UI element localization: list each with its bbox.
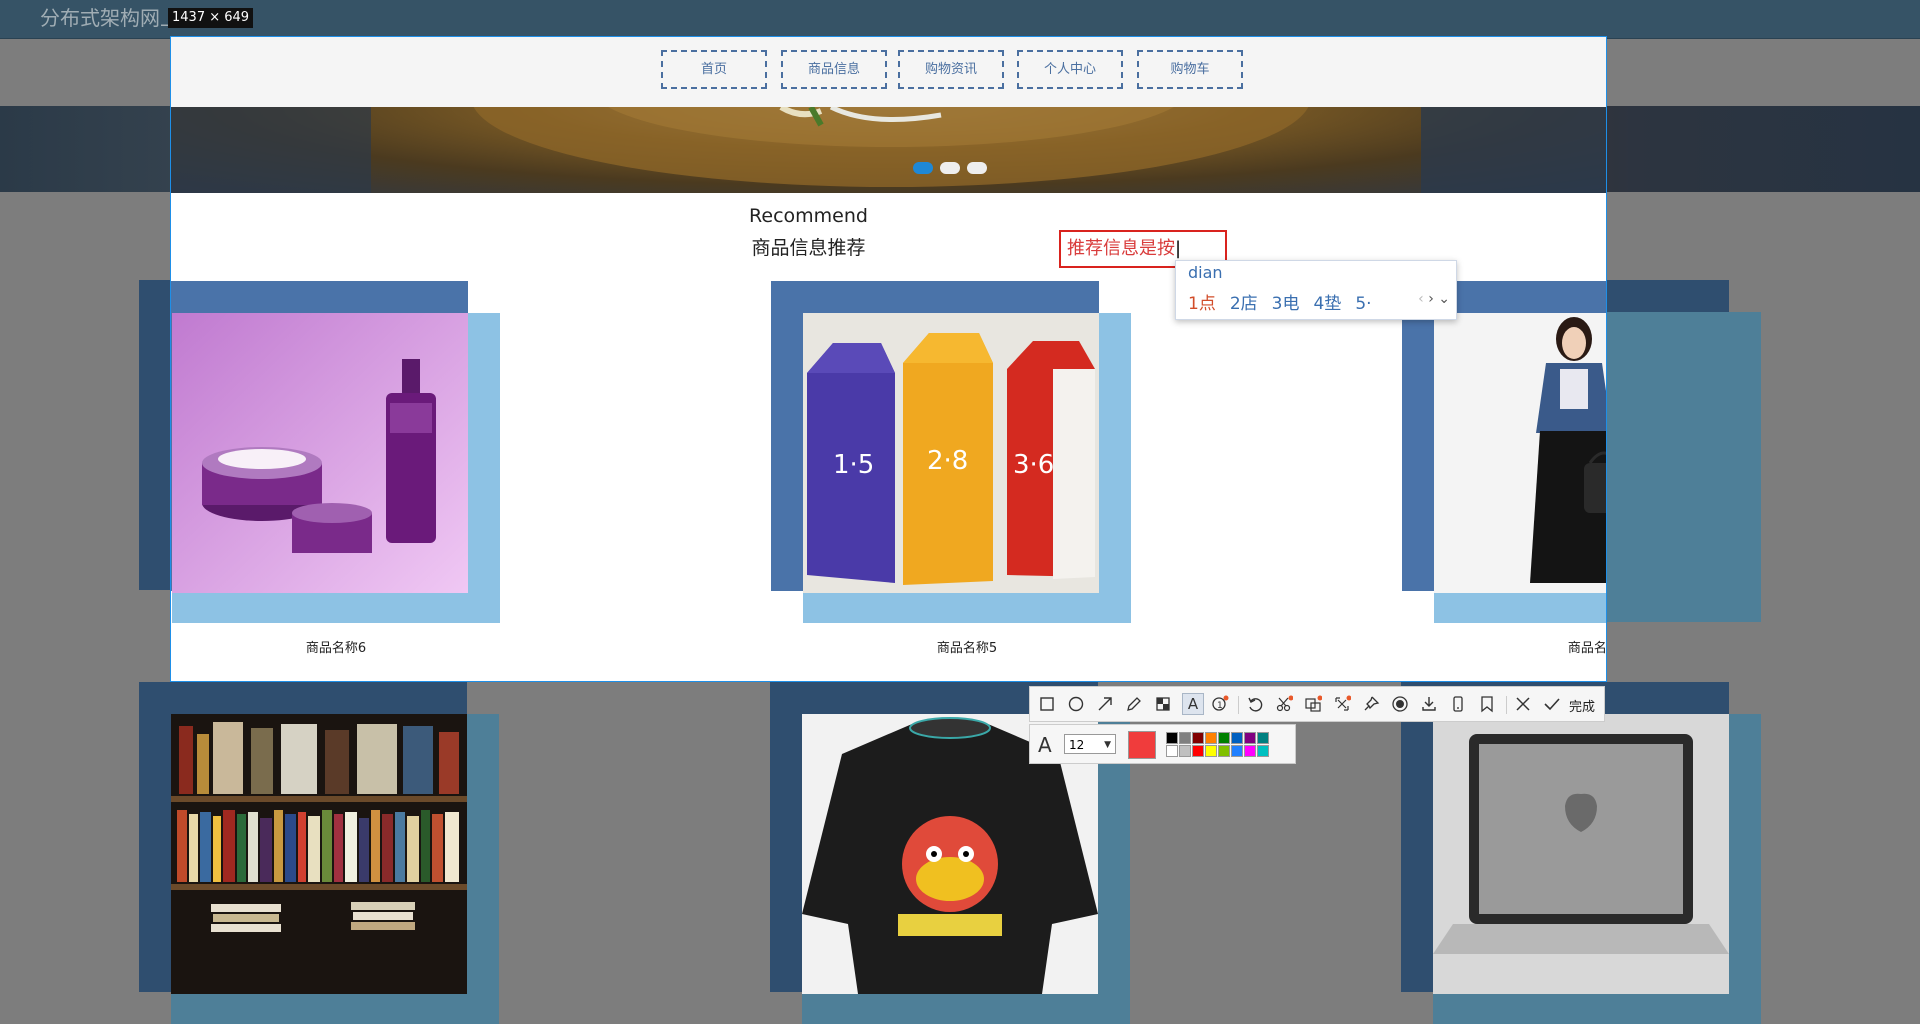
current-color-swatch[interactable]: [1128, 731, 1156, 759]
chevron-down-icon[interactable]: ⌄: [1438, 291, 1450, 307]
ime-candidate[interactable]: 1点: [1188, 294, 1216, 314]
ime-page-controls: ‹ › ⌄: [1418, 291, 1450, 307]
hero-banner: [171, 107, 1606, 193]
color-swatch[interactable]: [1192, 732, 1204, 744]
text-icon[interactable]: A: [1182, 693, 1204, 715]
svg-text:2·8: 2·8: [927, 446, 968, 476]
nav-news[interactable]: 购物资讯: [898, 50, 1004, 89]
font-size-value: 12: [1069, 738, 1085, 752]
arrow-icon[interactable]: [1096, 695, 1114, 713]
product-name[interactable]: 商品名称4: [1498, 637, 1606, 656]
product-image-fashion: [1434, 313, 1606, 593]
svg-text:1: 1: [1217, 701, 1223, 711]
nav-products[interactable]: 商品信息: [781, 50, 887, 89]
product-name[interactable]: 商品名称5: [867, 637, 1067, 656]
page-header: 分布式架构网上商城: [0, 0, 1920, 39]
nav-home[interactable]: 首页: [661, 50, 767, 89]
color-swatch[interactable]: [1231, 732, 1243, 744]
rectangle-icon[interactable]: [1038, 695, 1056, 713]
color-swatch[interactable]: [1179, 745, 1191, 757]
ime-pinyin: dian: [1188, 263, 1223, 282]
text-options-bar: A 12 ▼: [1029, 724, 1296, 764]
nav-cart[interactable]: 购物车: [1137, 50, 1243, 89]
svg-text:3·6: 3·6: [1013, 450, 1054, 480]
confirm-icon[interactable]: [1543, 695, 1561, 713]
svg-text:1·5: 1·5: [833, 450, 874, 480]
section-title-cn: 商品信息推荐: [751, 237, 866, 259]
pencil-icon[interactable]: [1125, 695, 1143, 713]
chevron-right-icon[interactable]: ›: [1428, 291, 1434, 307]
selection-size-label: 1437 × 649: [168, 8, 254, 28]
color-swatch[interactable]: [1257, 732, 1269, 744]
nav-profile[interactable]: 个人中心: [1017, 50, 1123, 89]
mosaic-icon[interactable]: [1154, 695, 1172, 713]
ime-candidate[interactable]: 3电: [1272, 294, 1300, 314]
pin-icon[interactable]: [1362, 695, 1380, 713]
bookmark-icon[interactable]: [1478, 695, 1496, 713]
color-swatch[interactable]: [1192, 745, 1204, 757]
font-size-select[interactable]: 12 ▼: [1064, 734, 1116, 754]
capture-region[interactable]: 首页 商品信息 购物资讯 个人中心 购物车 Recommend 商品信息推荐 推…: [170, 36, 1607, 682]
product-image-milk: 1·5 2·8 3·6: [803, 313, 1099, 593]
scissors-icon[interactable]: [1275, 695, 1293, 713]
record-icon[interactable]: [1391, 695, 1409, 713]
download-icon[interactable]: [1420, 695, 1438, 713]
close-icon[interactable]: [1514, 695, 1532, 713]
undo-icon[interactable]: [1246, 695, 1264, 713]
top-navbar: 首页 商品信息 购物资讯 个人中心 购物车: [171, 37, 1606, 107]
carousel-dot[interactable]: [967, 162, 987, 174]
section-title-en: Recommend: [749, 205, 868, 227]
color-swatch[interactable]: [1244, 745, 1256, 757]
color-swatch[interactable]: [1179, 732, 1191, 744]
color-swatch[interactable]: [1166, 732, 1178, 744]
color-swatch[interactable]: [1218, 732, 1230, 744]
ime-candidate[interactable]: 4垫: [1313, 294, 1341, 314]
color-swatch[interactable]: [1205, 732, 1217, 744]
translate-icon[interactable]: [1333, 695, 1351, 713]
product-name[interactable]: 商品名称6: [236, 637, 436, 656]
color-swatch[interactable]: [1205, 745, 1217, 757]
done-button[interactable]: 完成: [1569, 696, 1595, 715]
ocr-icon[interactable]: [1304, 695, 1322, 713]
color-swatch[interactable]: [1166, 745, 1178, 757]
color-swatch[interactable]: [1257, 745, 1269, 757]
carousel-dot-active[interactable]: [913, 162, 933, 174]
phone-icon[interactable]: [1449, 695, 1467, 713]
dropdown-arrow-icon: ▼: [1104, 740, 1111, 750]
ime-candidate[interactable]: 5·: [1355, 294, 1371, 314]
color-swatch[interactable]: [1244, 732, 1256, 744]
color-swatch[interactable]: [1218, 745, 1230, 757]
product-image-laptop: [1433, 714, 1729, 994]
ime-candidate[interactable]: 2店: [1230, 294, 1258, 314]
number-marker-icon[interactable]: 1: [1211, 695, 1229, 713]
product-image-books: [171, 714, 467, 994]
color-swatch[interactable]: [1231, 745, 1243, 757]
ime-candidate-window[interactable]: dian 1点 2店 3电 4垫 5· ‹ › ⌄: [1175, 260, 1457, 320]
font-size-icon: A: [1038, 733, 1052, 757]
screenshot-toolbar: A 1 完成: [1029, 686, 1605, 722]
product-image-cosmetics: [172, 313, 468, 593]
annotation-text: 推荐信息是按: [1067, 238, 1175, 259]
ellipse-icon[interactable]: [1067, 695, 1085, 713]
chevron-left-icon[interactable]: ‹: [1418, 291, 1424, 307]
ime-candidates: 1点 2店 3电 4垫 5·: [1188, 289, 1386, 314]
carousel-dot[interactable]: [940, 162, 960, 174]
